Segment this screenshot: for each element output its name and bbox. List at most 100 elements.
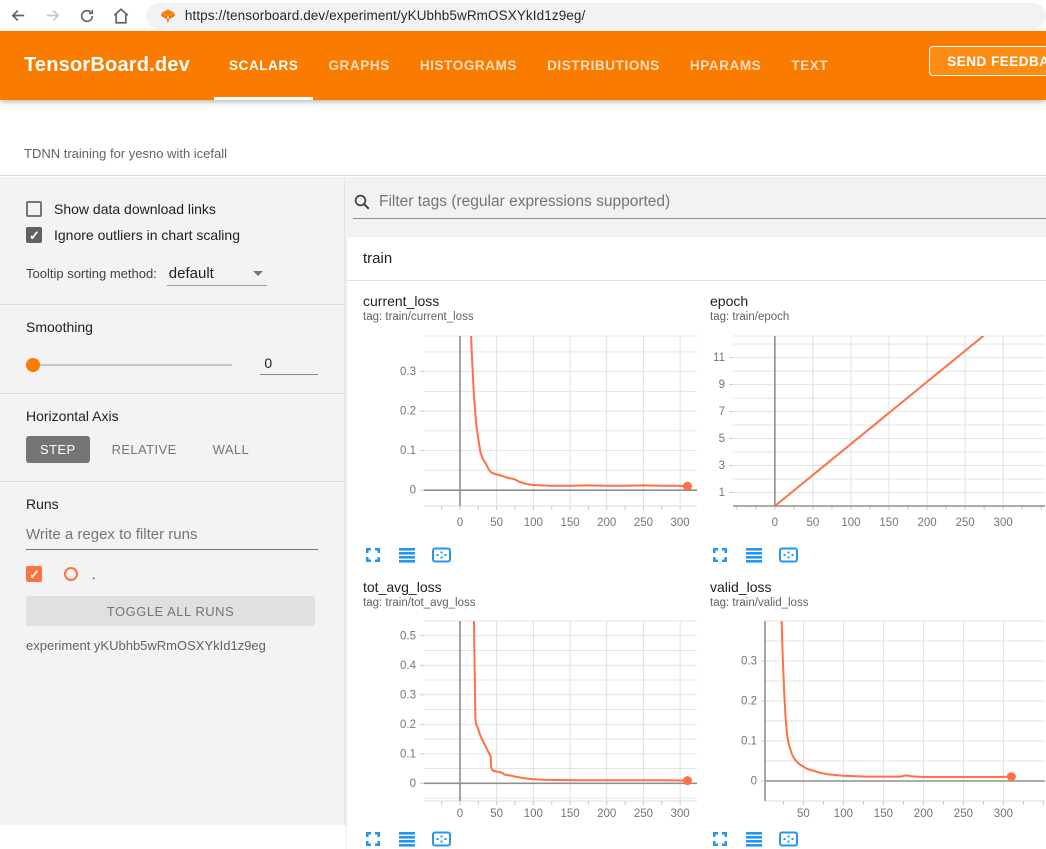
svg-text:0.2: 0.2 — [741, 696, 757, 708]
run-color-circle[interactable] — [64, 567, 78, 581]
svg-text:1: 1 — [719, 487, 725, 499]
svg-text:150: 150 — [879, 517, 898, 529]
svg-text:300: 300 — [671, 517, 690, 529]
fit-domain-icon[interactable] — [431, 829, 452, 849]
axis-wall-button[interactable]: WALL — [199, 436, 264, 463]
run-name: . — [92, 567, 96, 582]
svg-text:0.3: 0.3 — [400, 366, 416, 378]
svg-text:0: 0 — [410, 778, 416, 790]
run-row[interactable]: ✓ . — [26, 566, 318, 582]
horizontal-axis-section: Horizontal Axis STEP RELATIVE WALL — [0, 394, 344, 482]
svg-text:200: 200 — [914, 808, 933, 820]
run-checkbox[interactable]: ✓ — [26, 566, 42, 582]
chart-current-loss: current_loss tag: train/current_loss 00.… — [363, 293, 700, 565]
tooltip-sort-select[interactable]: default — [167, 265, 267, 286]
svg-text:200: 200 — [597, 808, 616, 820]
svg-text:250: 250 — [956, 517, 975, 529]
tab-graphs[interactable]: GRAPHS — [313, 31, 404, 100]
chart-valid-loss: valid_loss tag: train/valid_loss 00.10.2… — [710, 579, 1046, 849]
forward-icon[interactable] — [38, 3, 68, 29]
ignore-outliers-row[interactable]: ✓ Ignore outliers in chart scaling — [26, 227, 318, 243]
toggle-all-runs-button[interactable]: TOGGLE ALL RUNS — [26, 596, 315, 626]
experiment-title: TDNN training for yesno with icefall — [24, 146, 227, 161]
svg-text:0.2: 0.2 — [400, 719, 416, 731]
line-chart[interactable]: 00.10.20.350100150200250300 — [710, 617, 1046, 826]
tooltip-sort-label: Tooltip sorting method: — [26, 266, 157, 281]
svg-text:11: 11 — [713, 352, 725, 364]
runs-label: Runs — [26, 496, 318, 512]
svg-text:0.5: 0.5 — [400, 630, 416, 642]
chart-epoch: epoch tag: train/epoch 13579110501001502… — [710, 293, 1046, 565]
ignore-outliers-label: Ignore outliers in chart scaling — [54, 227, 240, 243]
tab-histograms[interactable]: HISTOGRAMS — [405, 31, 532, 100]
axis-step-button[interactable]: STEP — [26, 436, 90, 463]
fullscreen-icon[interactable] — [710, 545, 730, 565]
experiment-id-caption: experiment yKUbhb5wRmOSXYkId1z9eg — [26, 638, 318, 653]
fullscreen-icon[interactable] — [710, 829, 730, 849]
smoothing-label: Smoothing — [26, 319, 318, 335]
train-card: train current_loss tag: train/current_lo… — [347, 237, 1046, 849]
runs-list-icon[interactable] — [744, 545, 764, 565]
smoothing-value[interactable]: 0 — [260, 355, 318, 375]
fullscreen-icon[interactable] — [363, 829, 383, 849]
runs-list-icon[interactable] — [744, 829, 764, 849]
svg-text:50: 50 — [490, 808, 503, 820]
svg-text:150: 150 — [560, 517, 579, 529]
tab-scalars[interactable]: SCALARS — [214, 31, 313, 100]
svg-text:5: 5 — [719, 433, 725, 445]
line-chart[interactable]: 1357911050100150200250300 — [710, 331, 1046, 542]
fit-domain-icon[interactable] — [778, 545, 799, 565]
general-settings-section: Show data download links ✓ Ignore outlie… — [0, 177, 344, 305]
app-logo: TensorBoard.dev — [24, 54, 190, 77]
line-chart[interactable]: 00.10.20.30.40.5050100150200250300 — [363, 617, 700, 826]
ignore-outliers-checkbox[interactable]: ✓ — [26, 227, 42, 243]
svg-text:0.1: 0.1 — [741, 736, 757, 748]
chart-tag: tag: train/epoch — [710, 310, 1046, 325]
tab-bar: SCALARS GRAPHS HISTOGRAMS DISTRIBUTIONS … — [214, 31, 843, 100]
chart-tag: tag: train/valid_loss — [710, 596, 1046, 611]
show-download-links-checkbox[interactable] — [26, 201, 42, 217]
filter-tags-input[interactable]: Filter tags (regular expressions support… — [379, 193, 670, 211]
svg-text:300: 300 — [671, 808, 690, 820]
tab-hparams[interactable]: HPARAMS — [675, 31, 776, 100]
smoothing-slider-thumb[interactable] — [26, 358, 40, 372]
svg-text:300: 300 — [994, 517, 1013, 529]
fullscreen-icon[interactable] — [363, 545, 383, 565]
search-icon — [353, 193, 371, 211]
runs-list-icon[interactable] — [397, 545, 417, 565]
svg-text:50: 50 — [490, 517, 503, 529]
reload-icon[interactable] — [72, 3, 102, 29]
url-text: https://tensorboard.dev/experiment/yKUbh… — [185, 8, 586, 23]
svg-text:100: 100 — [524, 517, 543, 529]
train-section-header[interactable]: train — [347, 237, 1046, 281]
runs-filter-input[interactable]: Write a regex to filter runs — [26, 526, 318, 550]
home-icon[interactable] — [106, 3, 136, 29]
svg-text:250: 250 — [634, 808, 653, 820]
runs-section: Runs Write a regex to filter runs ✓ . TO… — [0, 482, 344, 671]
address-bar[interactable]: https://tensorboard.dev/experiment/yKUbh… — [146, 3, 1046, 29]
chart-title: epoch — [710, 293, 1046, 310]
runs-list-icon[interactable] — [397, 829, 417, 849]
check-icon: ✓ — [29, 567, 40, 583]
svg-text:3: 3 — [719, 460, 725, 472]
chart-tag: tag: train/tot_avg_loss — [363, 596, 700, 611]
app-header: TensorBoard.dev SCALARS GRAPHS HISTOGRAM… — [0, 31, 1046, 100]
tensorboard-favicon — [160, 8, 176, 24]
svg-text:0.4: 0.4 — [400, 660, 417, 672]
experiment-bar: TDNN training for yesno with icefall — [0, 100, 1046, 176]
show-download-links-row[interactable]: Show data download links — [26, 201, 318, 217]
line-chart[interactable]: 00.10.20.3050100150200250300 — [363, 331, 700, 542]
smoothing-slider[interactable] — [26, 364, 232, 366]
send-feedback-button[interactable]: SEND FEEDBACK — [929, 46, 1046, 76]
chevron-down-icon — [253, 271, 263, 276]
svg-text:9: 9 — [719, 379, 725, 391]
svg-text:0: 0 — [457, 517, 463, 529]
svg-text:150: 150 — [560, 808, 579, 820]
charts-grid: current_loss tag: train/current_loss 00.… — [347, 281, 1046, 849]
axis-relative-button[interactable]: RELATIVE — [98, 436, 191, 463]
tab-text[interactable]: TEXT — [776, 31, 843, 100]
fit-domain-icon[interactable] — [778, 829, 799, 849]
fit-domain-icon[interactable] — [431, 545, 452, 565]
back-icon[interactable] — [4, 3, 34, 29]
tab-distributions[interactable]: DISTRIBUTIONS — [532, 31, 675, 100]
